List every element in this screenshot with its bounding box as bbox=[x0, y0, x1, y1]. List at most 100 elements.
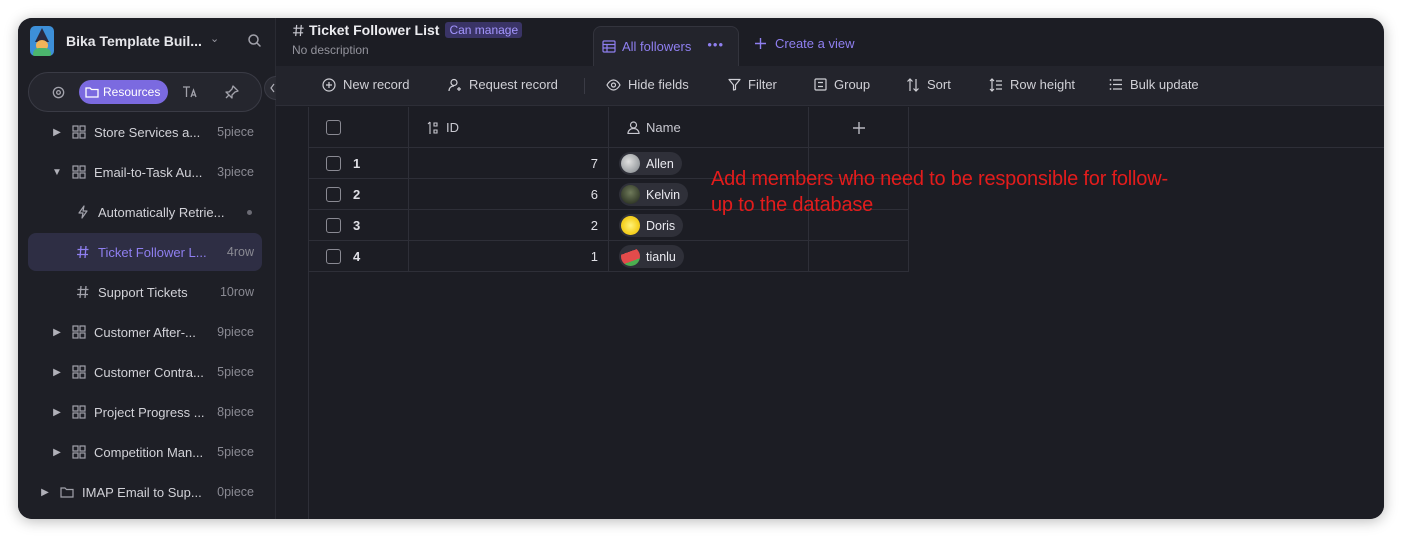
select-all-cell bbox=[309, 107, 409, 148]
tree-item-label: Support Tickets bbox=[98, 284, 188, 300]
sort-label: Sort bbox=[927, 77, 951, 92]
more-icon[interactable]: ••• bbox=[707, 37, 724, 52]
app-window: Bika Template Buil... ⌄ Resources ▶ Stor… bbox=[18, 18, 1384, 519]
autonumber-icon bbox=[427, 121, 438, 134]
request-record-button[interactable]: Request record bbox=[448, 77, 558, 92]
search-icon[interactable] bbox=[246, 32, 264, 50]
group-button[interactable]: Group bbox=[814, 77, 870, 92]
id-cell[interactable]: 7 bbox=[409, 156, 608, 171]
bulk-update-label: Bulk update bbox=[1130, 77, 1199, 92]
tree-folder-competition[interactable]: ▶ Competition Man... 5piece bbox=[28, 433, 262, 471]
tree-item-count: 3piece bbox=[217, 165, 254, 179]
column-header-id[interactable]: ID bbox=[409, 107, 609, 148]
column-label: ID bbox=[446, 120, 459, 135]
row-number: 1 bbox=[353, 156, 361, 171]
member-name: tianlu bbox=[646, 249, 676, 264]
caret-right-icon[interactable]: ▶ bbox=[52, 327, 62, 338]
caret-right-icon[interactable]: ▶ bbox=[52, 447, 62, 458]
caret-right-icon[interactable]: ▶ bbox=[40, 487, 50, 498]
bulk-update-button[interactable]: Bulk update bbox=[1109, 77, 1199, 92]
member-tag[interactable]: tianlu bbox=[619, 245, 684, 268]
chevron-down-icon[interactable]: ⌄ bbox=[210, 32, 219, 45]
row-checkbox[interactable] bbox=[326, 218, 341, 233]
tree-item-label: IMAP Email to Sup... bbox=[82, 484, 202, 500]
hide-fields-label: Hide fields bbox=[628, 77, 689, 92]
tree-item-count: 5piece bbox=[217, 365, 254, 379]
caret-down-icon[interactable]: ▼ bbox=[52, 167, 62, 178]
tab-all-followers[interactable]: All followers ••• bbox=[593, 26, 739, 66]
group-icon bbox=[814, 78, 827, 91]
avatar bbox=[621, 247, 640, 266]
tree-item-label: Project Progress ... bbox=[94, 404, 205, 420]
translate-icon[interactable] bbox=[179, 80, 201, 104]
tree-folder-project-progress[interactable]: ▶ Project Progress ... 8piece bbox=[28, 393, 262, 431]
create-view-label: Create a view bbox=[775, 36, 855, 51]
new-record-label: New record bbox=[343, 77, 410, 92]
column-header-name[interactable]: Name bbox=[609, 107, 809, 148]
filter-button[interactable]: Filter bbox=[728, 77, 777, 92]
tree-item-count: 5piece bbox=[217, 445, 254, 459]
tree-item-label: Store Services a... bbox=[94, 124, 201, 140]
avatar bbox=[621, 154, 640, 173]
member-tag[interactable]: Allen bbox=[619, 152, 682, 175]
member-name: Kelvin bbox=[646, 187, 681, 202]
tree-automation-retrieve[interactable]: Automatically Retrie... bbox=[28, 193, 262, 231]
list-icon bbox=[1109, 79, 1122, 90]
tree-folder-store-services[interactable]: ▶ Store Services a... 5piece bbox=[28, 113, 262, 151]
grid-folder-icon bbox=[72, 405, 86, 419]
pin-icon[interactable] bbox=[221, 80, 243, 104]
tab-resources-label: Resources bbox=[103, 85, 161, 99]
workspace-name[interactable]: Bika Template Buil... bbox=[66, 33, 202, 49]
row-height-button[interactable]: Row height bbox=[989, 77, 1075, 92]
member-icon bbox=[627, 121, 640, 134]
row-checkbox[interactable] bbox=[326, 187, 341, 202]
add-column-button[interactable] bbox=[809, 107, 909, 148]
row-checkbox[interactable] bbox=[326, 249, 341, 264]
row-checkbox[interactable] bbox=[326, 156, 341, 171]
caret-right-icon[interactable]: ▶ bbox=[52, 127, 62, 138]
tree-item-label: Customer After-... bbox=[94, 324, 196, 340]
plus-icon bbox=[852, 121, 865, 134]
toolbar-divider bbox=[584, 78, 585, 94]
settings-icon[interactable] bbox=[47, 80, 69, 104]
tree-database-support-tickets[interactable]: Support Tickets 10row bbox=[28, 273, 262, 311]
toolbar: New record Request record Hide fields Fi… bbox=[276, 66, 1384, 106]
group-label: Group bbox=[834, 77, 871, 92]
grid-header-row: ID Name bbox=[309, 107, 1384, 148]
page-title[interactable]: Ticket Follower List bbox=[309, 22, 439, 38]
sort-button[interactable]: Sort bbox=[906, 77, 951, 92]
new-record-button[interactable]: New record bbox=[322, 77, 409, 92]
id-cell[interactable]: 6 bbox=[409, 187, 608, 202]
folder-icon bbox=[60, 487, 74, 498]
row-number: 4 bbox=[353, 249, 361, 264]
tree-folder-email-to-task[interactable]: ▼ Email-to-Task Au... 3piece bbox=[28, 153, 262, 191]
tree-item-count: 10row bbox=[219, 285, 254, 299]
sidebar-tabbar: Resources bbox=[28, 72, 262, 112]
tree-item-count: 9piece bbox=[217, 325, 254, 339]
user-request-icon bbox=[448, 78, 461, 91]
select-all-checkbox[interactable] bbox=[326, 120, 341, 135]
member-tag[interactable]: Kelvin bbox=[619, 183, 689, 206]
tree-folder-customer-after[interactable]: ▶ Customer After-... 9piece bbox=[28, 313, 262, 351]
caret-right-icon[interactable]: ▶ bbox=[52, 367, 62, 378]
tree-database-ticket-follower[interactable]: Ticket Follower L... 4row bbox=[28, 233, 262, 271]
hide-fields-button[interactable]: Hide fields bbox=[606, 77, 689, 92]
tree-item-count: 8piece bbox=[217, 405, 254, 419]
caret-right-icon[interactable]: ▶ bbox=[52, 407, 62, 418]
sort-icon bbox=[907, 77, 919, 92]
page-description[interactable]: No description bbox=[292, 43, 369, 57]
tree-item-label: Ticket Follower L... bbox=[98, 244, 207, 260]
member-name: Allen bbox=[646, 156, 674, 171]
column-label: Name bbox=[646, 120, 681, 135]
permission-badge: Can manage bbox=[445, 22, 523, 38]
create-view-button[interactable]: Create a view bbox=[754, 36, 854, 51]
id-cell[interactable]: 2 bbox=[409, 218, 608, 233]
workspace-header[interactable]: Bika Template Buil... ⌄ bbox=[18, 18, 276, 66]
tree-item-label: Customer Contra... bbox=[94, 364, 204, 380]
main-panel: Ticket Follower List Can manage No descr… bbox=[276, 18, 1384, 519]
tree-directory-imap-email[interactable]: ▶ IMAP Email to Sup... 0piece bbox=[28, 473, 262, 511]
id-cell[interactable]: 1 bbox=[409, 249, 608, 264]
tree-folder-customer-contra[interactable]: ▶ Customer Contra... 5piece bbox=[28, 353, 262, 391]
member-tag[interactable]: Doris bbox=[619, 214, 684, 237]
tab-resources[interactable]: Resources bbox=[79, 80, 169, 104]
